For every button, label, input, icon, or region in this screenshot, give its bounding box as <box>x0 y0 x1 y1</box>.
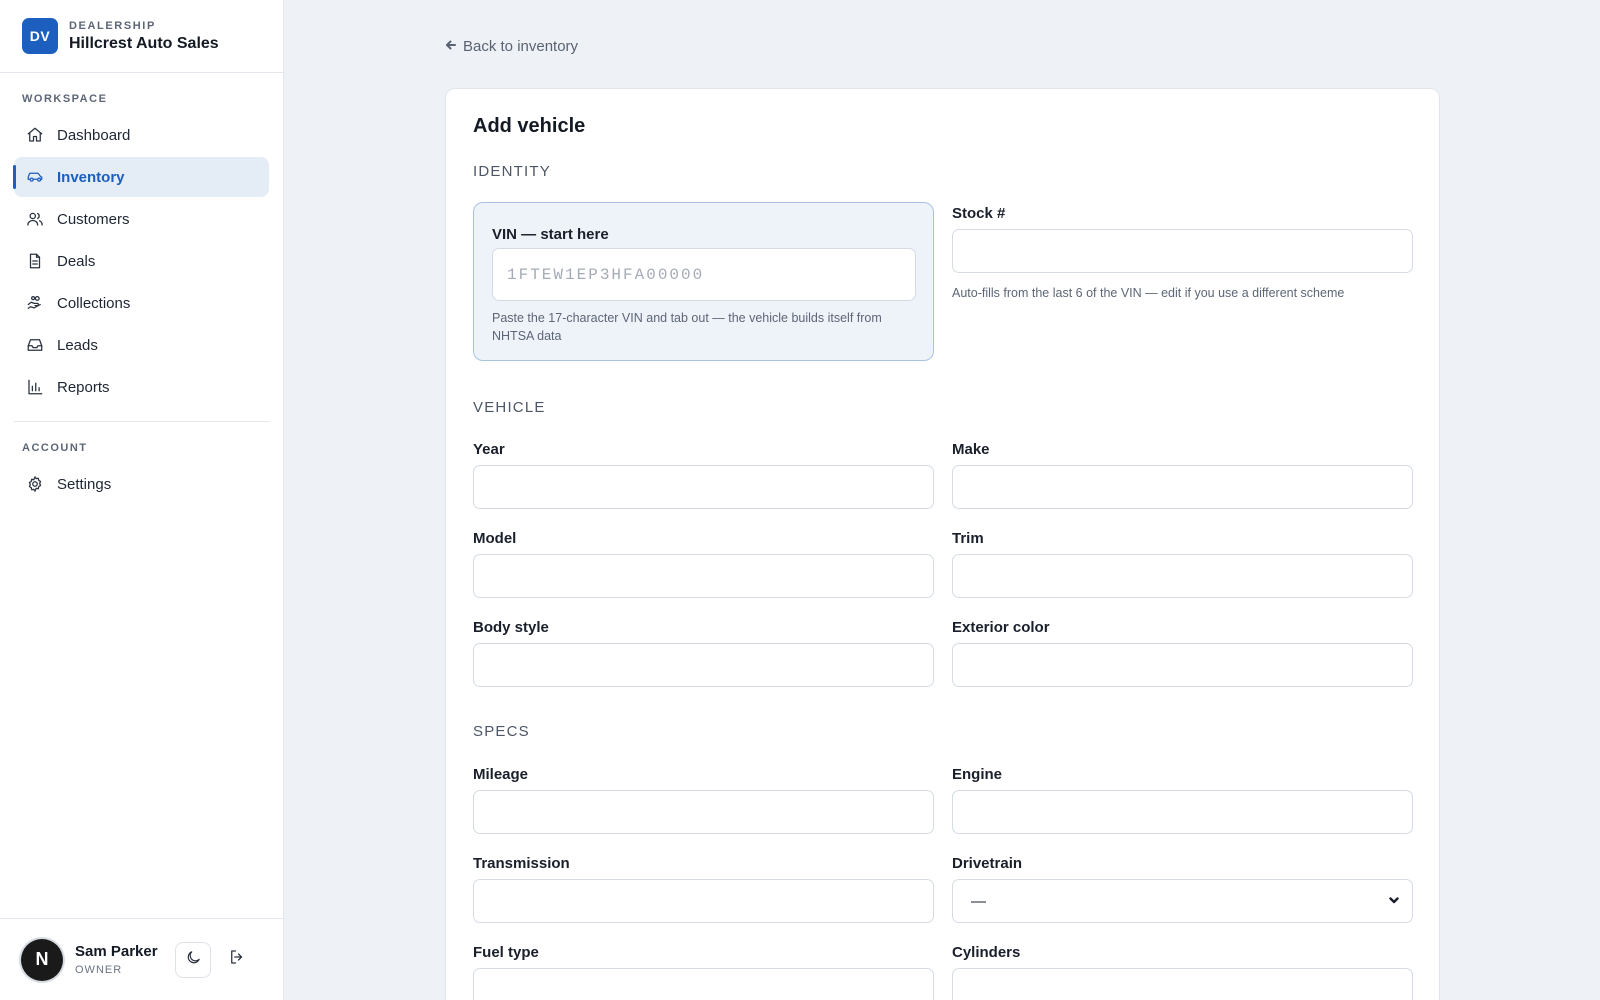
trim-label: Trim <box>952 530 984 547</box>
drivetrain-select[interactable]: — <box>952 879 1413 923</box>
fuel-type-field: Fuel type <box>473 944 934 1000</box>
make-label: Make <box>952 441 990 458</box>
transmission-input[interactable] <box>473 879 934 923</box>
year-field: Year <box>473 441 934 509</box>
drivetrain-field: Drivetrain — <box>952 855 1413 923</box>
make-field: Make <box>952 441 1413 509</box>
brand-name: Hillcrest Auto Sales <box>69 34 219 52</box>
user-bar: N Sam Parker OWNER <box>0 918 284 1000</box>
drivetrain-label: Drivetrain <box>952 855 1023 872</box>
trim-input[interactable] <box>952 554 1413 598</box>
exterior-color-label: Exterior color <box>952 619 1050 636</box>
sidebar-item-label: Deals <box>57 252 96 270</box>
year-label: Year <box>473 441 505 458</box>
make-input[interactable] <box>952 465 1413 509</box>
transmission-field: Transmission <box>473 855 934 923</box>
section-specs: SPECS <box>473 723 530 740</box>
model-field: Model <box>473 530 934 598</box>
moon-icon <box>185 949 202 971</box>
gear-icon <box>26 475 44 493</box>
sidebar-item-label: Inventory <box>57 168 125 186</box>
sidebar-item-label: Reports <box>57 378 110 396</box>
stock-help-text: Auto-fills from the last 6 of the VIN — … <box>952 286 1345 300</box>
logout-icon <box>228 948 246 971</box>
sidebar-item-label: Settings <box>57 475 112 493</box>
sidebar-item-inventory[interactable]: Inventory <box>13 157 269 197</box>
trim-field: Trim <box>952 530 1413 598</box>
mileage-input[interactable] <box>473 790 934 834</box>
cylinders-input[interactable] <box>952 968 1413 1000</box>
cylinders-label: Cylinders <box>952 944 1021 961</box>
logout-button[interactable] <box>219 942 255 978</box>
document-icon <box>26 252 44 270</box>
bar-chart-icon <box>26 378 44 396</box>
user-text: Sam Parker OWNER <box>75 943 175 976</box>
home-icon <box>26 126 44 144</box>
hand-coins-icon <box>26 294 44 312</box>
avatar[interactable]: N <box>21 938 63 981</box>
fuel-type-input[interactable] <box>473 968 934 1000</box>
stock-label: Stock # <box>952 205 1006 222</box>
back-to-inventory-link[interactable]: Back to inventory <box>445 38 578 55</box>
users-icon <box>26 210 44 228</box>
arrow-left-icon <box>445 38 463 55</box>
account-heading: ACCOUNT <box>22 442 88 454</box>
workspace-heading: WORKSPACE <box>22 93 108 105</box>
theme-toggle-button[interactable] <box>175 941 211 978</box>
exterior-color-input[interactable] <box>952 643 1413 687</box>
body-style-input[interactable] <box>473 643 934 687</box>
transmission-label: Transmission <box>473 855 570 872</box>
vin-input[interactable] <box>492 248 916 301</box>
sidebar-item-label: Leads <box>57 336 98 354</box>
sidebar-item-leads[interactable]: Leads <box>14 325 269 365</box>
model-label: Model <box>473 530 517 547</box>
brand: DV DEALERSHIP Hillcrest Auto Sales <box>0 0 283 73</box>
exterior-color-field: Exterior color <box>952 619 1413 687</box>
account-nav: ACCOUNT Settings <box>0 422 283 504</box>
sidebar-item-collections[interactable]: Collections <box>14 283 269 323</box>
inbox-icon <box>26 336 44 354</box>
body-style-field: Body style <box>473 619 934 687</box>
engine-label: Engine <box>952 766 1003 783</box>
sidebar-item-dashboard[interactable]: Dashboard <box>14 115 269 155</box>
user-role: OWNER <box>75 964 123 976</box>
brand-text: DEALERSHIP Hillcrest Auto Sales <box>69 20 219 53</box>
year-input[interactable] <box>473 465 934 509</box>
engine-input[interactable] <box>952 790 1413 834</box>
stock-input[interactable] <box>952 229 1413 273</box>
mileage-label: Mileage <box>473 766 529 783</box>
sidebar-item-settings[interactable]: Settings <box>14 464 269 504</box>
user-name: Sam Parker <box>75 943 158 960</box>
chevron-down-icon <box>1388 893 1400 910</box>
sidebar-item-reports[interactable]: Reports <box>14 367 269 407</box>
sidebar-item-customers[interactable]: Customers <box>14 199 269 239</box>
brand-kicker: DEALERSHIP <box>69 19 156 32</box>
sidebar: DV DEALERSHIP Hillcrest Auto Sales WORKS… <box>0 0 284 1000</box>
workspace-nav: WORKSPACE Dashboard Inventory Customers … <box>0 73 283 407</box>
vin-help-text: Paste the 17-character VIN and tab out —… <box>492 311 882 343</box>
vin-label: VIN — start here <box>492 226 609 243</box>
fuel-type-label: Fuel type <box>473 944 539 961</box>
model-input[interactable] <box>473 554 934 598</box>
back-link-label: Back to inventory <box>463 38 579 55</box>
brand-logo: DV <box>22 18 58 54</box>
cylinders-field: Cylinders <box>952 944 1413 1000</box>
section-identity: IDENTITY <box>473 163 551 180</box>
drivetrain-selected-value: — <box>971 892 986 910</box>
vin-panel: VIN — start here Paste the 17-character … <box>473 202 934 361</box>
stock-field: Stock # Auto-fills from the last 6 of th… <box>952 205 1413 302</box>
sidebar-item-label: Dashboard <box>57 126 131 144</box>
body-style-label: Body style <box>473 619 549 636</box>
engine-field: Engine <box>952 766 1413 834</box>
sidebar-item-label: Collections <box>57 294 131 312</box>
section-vehicle: VEHICLE <box>473 399 546 416</box>
sidebar-item-deals[interactable]: Deals <box>14 241 269 281</box>
car-icon <box>26 168 44 186</box>
add-vehicle-form: Add vehicle IDENTITY VIN — start here Pa… <box>445 88 1440 1000</box>
mileage-field: Mileage <box>473 766 934 834</box>
sidebar-item-label: Customers <box>57 210 130 228</box>
page-title: Add vehicle <box>473 115 586 137</box>
